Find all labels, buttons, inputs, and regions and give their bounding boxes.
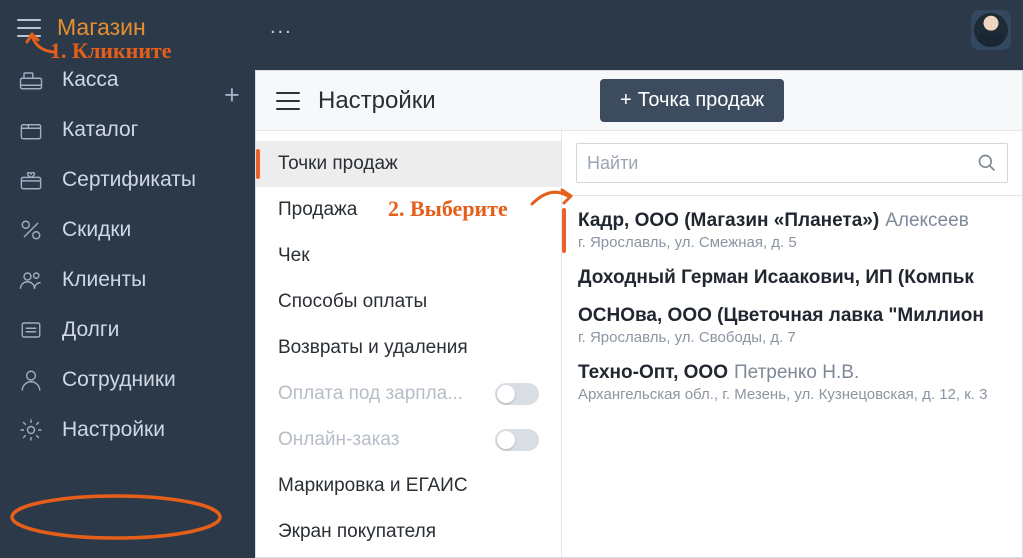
settings-panel: Настройки + Точка продаж Точки продаж Пр… (255, 70, 1023, 558)
sidebar-item-discounts[interactable]: Скидки (0, 205, 255, 255)
category-salary-payment[interactable]: Оплата под зарпла... (256, 371, 561, 417)
sidebar-item-label: Сертификаты (62, 168, 196, 192)
category-returns[interactable]: Возвраты и удаления (256, 325, 561, 371)
sidebar-item-catalog[interactable]: Каталог (0, 105, 255, 155)
pos-entry[interactable]: Кадр, ООО (Магазин «Планета») Алексеев г.… (562, 202, 1022, 259)
cash-register-icon (15, 64, 47, 96)
category-sale[interactable]: Продажа (256, 187, 561, 233)
pos-name: Доходный Герман Исаакович, ИП (Компьк (578, 267, 974, 288)
settings-body: Точки продаж Продажа Чек Способы оплаты … (256, 131, 1022, 557)
pos-list: Кадр, ООО (Магазин «Планета») Алексеев г.… (562, 196, 1022, 557)
add-icon[interactable]: + (224, 85, 244, 105)
pos-address: Архангельская обл., г. Мезень, ул. Кузне… (578, 386, 1006, 403)
settings-categories: Точки продаж Продажа Чек Способы оплаты … (256, 131, 562, 557)
search-field[interactable] (576, 143, 1008, 183)
pos-secondary: Петренко Н.В. (734, 362, 859, 383)
pos-entry[interactable]: Техно-Опт, ООО Петренко Н.В. Архангельска… (562, 354, 1022, 411)
pos-address: г. Ярославль, ул. Смежная, д. 5 (578, 234, 1006, 251)
sidebar-item-label: Сотрудники (62, 368, 176, 392)
toggle-off-icon[interactable] (495, 383, 539, 405)
pos-name: ОСНОва, ООО (Цветочная лавка "Миллион (578, 305, 984, 326)
gift-icon (15, 164, 47, 196)
settings-header: Настройки + Точка продаж (256, 71, 1022, 131)
sidebar-item-label: Клиенты (62, 268, 146, 292)
breadcrumb-overflow[interactable]: ... (270, 16, 293, 39)
sidebar-item-label: Касса (62, 68, 119, 92)
sidebar-top: Магазин (0, 0, 255, 55)
users-icon (15, 264, 47, 296)
pos-address: г. Ярославль, ул. Свободы, д. 7 (578, 329, 1006, 346)
topbar: ... (255, 0, 1023, 55)
add-pos-button[interactable]: + Точка продаж (600, 79, 784, 122)
pos-entry[interactable]: Доходный Герман Исаакович, ИП (Компьк (562, 259, 1022, 297)
hamburger-icon[interactable] (276, 92, 300, 110)
category-online-order[interactable]: Онлайн-заказ (256, 417, 561, 463)
settings-title: Настройки (318, 87, 436, 115)
gear-icon (15, 414, 47, 446)
box-icon (15, 114, 47, 146)
category-pos[interactable]: Точки продаж (256, 141, 561, 187)
sidebar-item-certificates[interactable]: Сертификаты (0, 155, 255, 205)
pos-name: Кадр, ООО (Магазин «Планета») (578, 210, 879, 231)
sidebar-item-label: Долги (62, 318, 119, 342)
avatar (974, 13, 1008, 47)
debts-icon (15, 314, 47, 346)
main-sidebar: Магазин Касса + Каталог Сертификаты Скид… (0, 0, 255, 558)
hamburger-icon[interactable] (17, 19, 41, 37)
toggle-off-icon[interactable] (495, 429, 539, 451)
sidebar-item-label: Каталог (62, 118, 138, 142)
sidebar-item-label: Скидки (62, 218, 131, 242)
pos-secondary: Алексеев (885, 210, 969, 231)
plus-icon: + (620, 89, 632, 112)
add-pos-label: Точка продаж (638, 89, 764, 112)
category-payment-methods[interactable]: Способы оплаты (256, 279, 561, 325)
sidebar-item-employees[interactable]: Сотрудники (0, 355, 255, 405)
sidebar-item-settings[interactable]: Настройки (0, 405, 255, 455)
category-marking-egais[interactable]: Маркировка и ЕГАИС (256, 463, 561, 509)
search-row (562, 131, 1022, 196)
search-input[interactable] (587, 153, 977, 174)
category-customer-screen[interactable]: Экран покупателя (256, 509, 561, 555)
percent-icon (15, 214, 47, 246)
sidebar-item-kassa[interactable]: Касса (0, 55, 255, 105)
brand-title: Магазин (57, 14, 146, 41)
sidebar-item-debts[interactable]: Долги (0, 305, 255, 355)
category-receipt[interactable]: Чек (256, 233, 561, 279)
sidebar-item-label: Настройки (62, 418, 165, 442)
sidebar-item-clients[interactable]: Клиенты (0, 255, 255, 305)
pos-entry[interactable]: ОСНОва, ООО (Цветочная лавка "Миллион г.… (562, 297, 1022, 354)
search-icon (977, 153, 997, 173)
employee-icon (15, 364, 47, 396)
pos-right-pane: Кадр, ООО (Магазин «Планета») Алексеев г.… (562, 131, 1022, 557)
pos-name: Техно-Опт, ООО (578, 362, 728, 383)
avatar-button[interactable] (971, 10, 1011, 50)
